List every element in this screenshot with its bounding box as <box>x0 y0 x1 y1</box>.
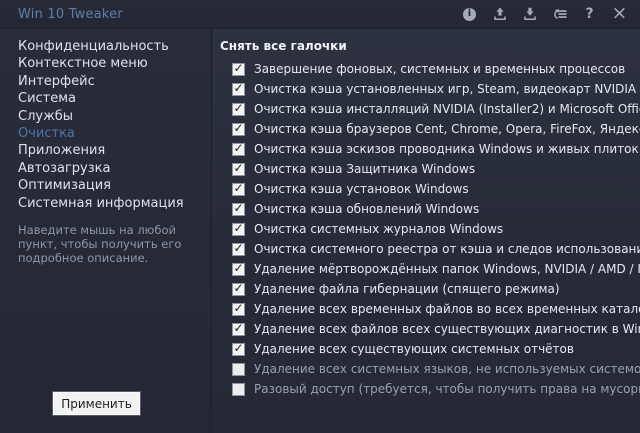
cleanup-row-label[interactable]: Удаление всех системных языков, не испол… <box>254 362 640 376</box>
cleanup-row[interactable]: Разовый доступ (требуется, чтобы получит… <box>213 379 640 399</box>
checkbox[interactable] <box>232 343 245 356</box>
cleanup-row-label[interactable]: Удаление файла гибернации (спящего режим… <box>254 282 560 296</box>
cleanup-row[interactable]: Очистка системных журналов Windows <box>213 219 640 239</box>
upload-icon-glyph <box>492 6 508 22</box>
sidebar: Конфиденциальность Контекстное меню Инте… <box>0 29 212 433</box>
checkbox[interactable] <box>232 103 245 116</box>
info-icon-glyph <box>463 8 476 21</box>
help-icon[interactable] <box>581 6 598 23</box>
sidebar-item[interactable]: Службы <box>0 108 211 125</box>
info-icon[interactable] <box>461 6 478 23</box>
checkbox[interactable] <box>232 163 245 176</box>
checkbox[interactable] <box>232 183 245 196</box>
download-icon[interactable] <box>521 6 538 23</box>
main-panel: Снять все галочки Завершение фоновых, си… <box>213 29 640 433</box>
cleanup-row-label[interactable]: Завершение фоновых, системных и временны… <box>254 62 625 76</box>
titlebar-icons <box>461 6 628 23</box>
close-icon[interactable] <box>611 6 628 23</box>
upload-icon[interactable] <box>491 6 508 23</box>
checkbox[interactable] <box>232 283 245 296</box>
cleanup-row[interactable]: Очистка кэша Защитника Windows <box>213 159 640 179</box>
checkbox[interactable] <box>232 223 245 236</box>
cleanup-row[interactable]: Удаление файла гибернации (спящего режим… <box>213 279 640 299</box>
apply-button[interactable]: Применить <box>53 392 140 415</box>
sidebar-item[interactable]: Система <box>0 90 211 107</box>
cleanup-row[interactable]: Удаление всех системных языков, не испол… <box>213 359 640 379</box>
sidebar-item[interactable]: Автозагрузка <box>0 160 211 177</box>
cleanup-row-label[interactable]: Очистка кэша обновлений Windows <box>254 202 479 216</box>
cleanup-row-label[interactable]: Удаление всех файлов всех существующих д… <box>254 322 640 336</box>
cleanup-row-label[interactable]: Очистка системного реестра от кэша и сле… <box>254 242 640 256</box>
cleanup-row-label[interactable]: Очистка кэша инсталляций NVIDIA (Install… <box>254 102 640 116</box>
checkbox[interactable] <box>232 63 245 76</box>
app-window: Win 10 Tweaker <box>0 0 640 433</box>
cleanup-row-label[interactable]: Очистка кэша установок Windows <box>254 182 469 196</box>
sidebar-item[interactable]: Системная информация <box>0 195 211 212</box>
sidebar-item[interactable]: Оптимизация <box>0 177 211 194</box>
checkbox[interactable] <box>232 203 245 216</box>
cleanup-row-label[interactable]: Удаление всех временных файлов во всех в… <box>254 302 640 316</box>
checkbox[interactable] <box>232 263 245 276</box>
checkbox[interactable] <box>232 143 245 156</box>
cleanup-row[interactable]: Удаление мёртворождённых папок Windows, … <box>213 259 640 279</box>
cleanup-options-list: Завершение фоновых, системных и временны… <box>213 59 640 399</box>
uncheck-all-link[interactable]: Снять все галочки <box>220 39 347 53</box>
sidebar-nav: Конфиденциальность Контекстное меню Инте… <box>0 29 211 212</box>
titlebar: Win 10 Tweaker <box>0 0 640 29</box>
sidebar-item[interactable]: Приложения <box>0 142 211 159</box>
cleanup-row-label[interactable]: Очистка кэша браузеров Cent, Chrome, Ope… <box>254 122 640 136</box>
cleanup-row-label[interactable]: Удаление мёртворождённых папок Windows, … <box>254 262 640 276</box>
sidebar-item[interactable]: Конфиденциальность <box>0 38 211 55</box>
checkbox[interactable] <box>232 323 245 336</box>
cleanup-row-label[interactable]: Очистка кэша Защитника Windows <box>254 162 475 176</box>
cleanup-row[interactable]: Очистка кэша браузеров Cent, Chrome, Ope… <box>213 119 640 139</box>
cleanup-row[interactable]: Завершение фоновых, системных и временны… <box>213 59 640 79</box>
checkbox[interactable] <box>232 243 245 256</box>
cleanup-row[interactable]: Очистка системного реестра от кэша и сле… <box>213 239 640 259</box>
cleanup-row[interactable]: Очистка кэша обновлений Windows <box>213 199 640 219</box>
checkbox[interactable] <box>232 303 245 316</box>
cleanup-row[interactable]: Удаление всех файлов всех существующих д… <box>213 319 640 339</box>
changelog-icon-glyph <box>552 6 568 22</box>
window-title: Win 10 Tweaker <box>18 7 123 22</box>
checkbox[interactable] <box>232 123 245 136</box>
cleanup-row-label[interactable]: Очистка кэша установленных игр, Steam, в… <box>254 82 640 96</box>
sidebar-item[interactable]: Интерфейс <box>0 73 211 90</box>
cleanup-row[interactable]: Очистка кэша эскизов проводника Windows … <box>213 139 640 159</box>
checkbox[interactable] <box>232 83 245 96</box>
download-icon-glyph <box>522 6 538 22</box>
checkbox[interactable] <box>232 383 245 396</box>
cleanup-row[interactable]: Удаление всех существующих системных отч… <box>213 339 640 359</box>
checkbox[interactable] <box>232 363 245 376</box>
sidebar-item[interactable]: Очистка <box>0 125 211 142</box>
cleanup-row[interactable]: Удаление всех временных файлов во всех в… <box>213 299 640 319</box>
changelog-icon[interactable] <box>551 6 568 23</box>
cleanup-row[interactable]: Очистка кэша установленных игр, Steam, в… <box>213 79 640 99</box>
cleanup-row-label[interactable]: Очистка системных журналов Windows <box>254 222 503 236</box>
sidebar-hint: Наведите мышь на любой пункт, чтобы полу… <box>18 223 196 265</box>
cleanup-row[interactable]: Очистка кэша установок Windows <box>213 179 640 199</box>
cleanup-row-label[interactable]: Очистка кэша эскизов проводника Windows … <box>254 142 639 156</box>
cleanup-row-label[interactable]: Удаление всех существующих системных отч… <box>254 342 574 356</box>
sidebar-item[interactable]: Контекстное меню <box>0 55 211 72</box>
cleanup-row-label[interactable]: Разовый доступ (требуется, чтобы получит… <box>254 382 640 396</box>
cleanup-row[interactable]: Очистка кэша инсталляций NVIDIA (Install… <box>213 99 640 119</box>
